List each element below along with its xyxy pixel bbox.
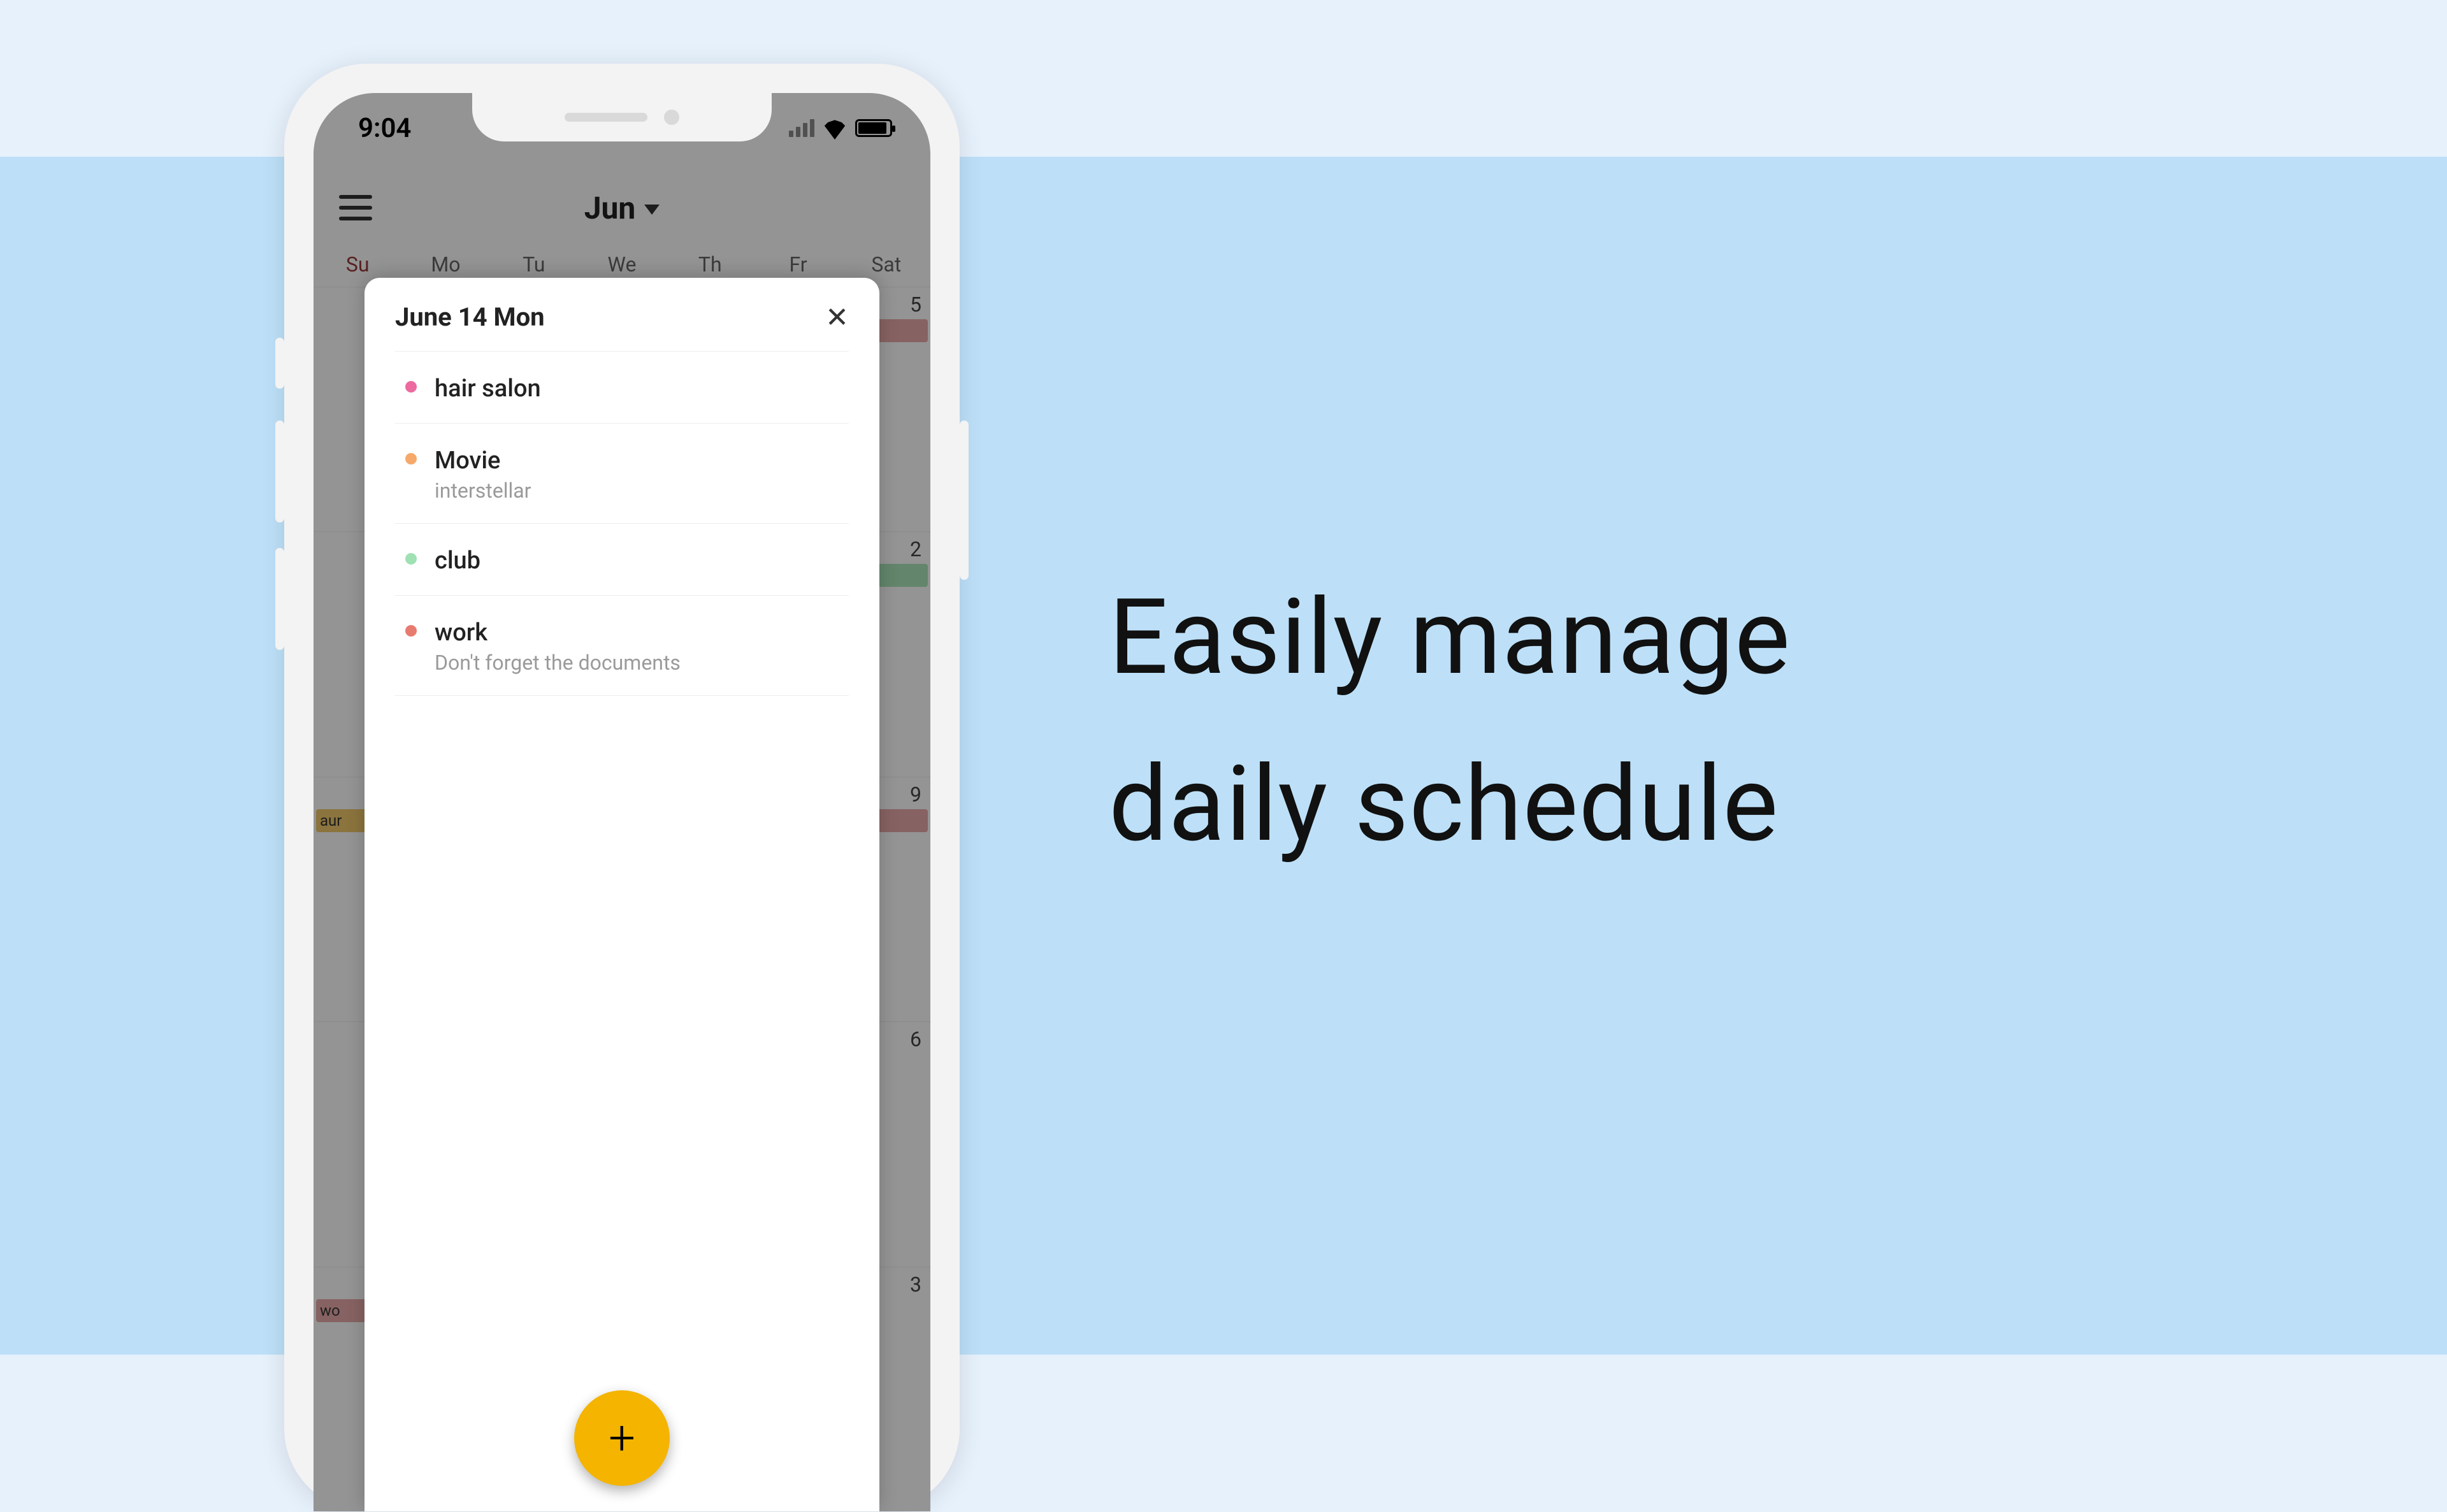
close-icon[interactable]: ✕	[825, 303, 849, 331]
front-camera	[664, 110, 679, 125]
sheet-title: June 14 Mon	[395, 302, 545, 332]
event-subtitle: Don't forget the documents	[435, 651, 681, 675]
event-title: hair salon	[435, 375, 541, 403]
event-item[interactable]: hair salon	[395, 351, 849, 423]
plus-icon: +	[609, 1411, 635, 1466]
wifi-icon	[823, 117, 846, 140]
phone-frame: 9:04 Jun Su Mo Tu We Th	[284, 64, 960, 1511]
event-list: hair salon Movie interstellar	[365, 351, 879, 696]
event-title: club	[435, 547, 480, 575]
event-color-dot	[405, 553, 417, 565]
day-detail-sheet: June 14 Mon ✕ hair salon Movie	[365, 278, 879, 1511]
battery-icon	[855, 119, 892, 137]
marketing-line-2: daily schedule	[1109, 721, 1791, 888]
phone-notch	[472, 93, 772, 141]
promo-stage: Easily manage daily schedule 9:04	[0, 0, 2447, 1512]
event-title: Movie	[435, 447, 531, 475]
status-time: 9:04	[358, 113, 411, 144]
phone-side-button	[275, 338, 284, 389]
signal-icon	[789, 119, 814, 137]
phone-side-button	[960, 421, 969, 580]
event-subtitle: interstellar	[435, 479, 531, 503]
phone-side-button	[275, 421, 284, 522]
event-title: work	[435, 619, 681, 647]
marketing-copy: Easily manage daily schedule	[1109, 554, 1791, 889]
add-event-fab[interactable]: +	[574, 1390, 670, 1486]
phone-screen: 9:04 Jun Su Mo Tu We Th	[314, 93, 930, 1511]
event-color-dot	[405, 453, 417, 464]
marketing-line-1: Easily manage	[1109, 554, 1791, 721]
speaker-slot	[565, 113, 647, 122]
phone-side-button	[275, 548, 284, 650]
event-color-dot	[405, 381, 417, 392]
event-item[interactable]: Movie interstellar	[395, 423, 849, 523]
event-item[interactable]: work Don't forget the documents	[395, 595, 849, 695]
event-color-dot	[405, 625, 417, 637]
event-item[interactable]: club	[395, 523, 849, 595]
